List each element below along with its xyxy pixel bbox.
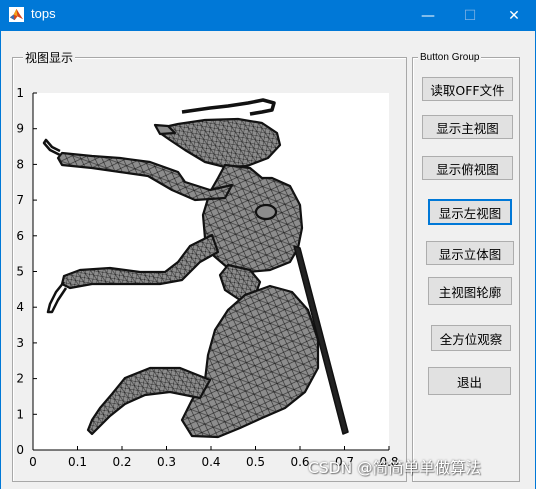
x-tick-label: 0.2 <box>112 455 131 469</box>
y-tick-label: 1 <box>16 86 24 100</box>
show-front-view-button[interactable]: 显示主视图 <box>422 115 513 139</box>
y-tick-label: 3 <box>16 336 24 350</box>
y-tick-label: 2 <box>16 372 24 386</box>
y-tick-label: 5 <box>16 265 24 279</box>
exit-button[interactable]: 退出 <box>428 367 511 395</box>
x-tick-label: 0 <box>29 455 37 469</box>
all-around-view-button[interactable]: 全方位观察 <box>431 325 511 351</box>
read-off-file-button[interactable]: 读取OFF文件 <box>422 77 513 101</box>
x-tick-label: 0.5 <box>246 455 265 469</box>
x-tick-label: 0.4 <box>201 455 220 469</box>
y-tick-label: 8 <box>16 157 24 171</box>
y-tick-label: 7 <box>16 193 24 207</box>
show-top-view-button[interactable]: 显示俯视图 <box>422 156 513 180</box>
x-tick-label: 0.3 <box>157 455 176 469</box>
x-tick-label: 0.6 <box>290 455 309 469</box>
y-tick-label: 9 <box>16 122 24 136</box>
show-3d-view-button[interactable]: 显示立体图 <box>426 241 514 265</box>
y-tick-label: 6 <box>16 229 24 243</box>
csdn-watermark: CSDN @简简单单做算法 <box>308 459 482 477</box>
show-left-view-button[interactable]: 显示左视图 <box>428 199 512 225</box>
y-tick-label: 1 <box>16 407 24 421</box>
front-view-contour-button[interactable]: 主视图轮廓 <box>428 277 512 305</box>
y-tick-label: 4 <box>16 300 24 314</box>
x-tick-label: 0.1 <box>68 455 87 469</box>
y-tick-label: 0 <box>16 443 24 457</box>
